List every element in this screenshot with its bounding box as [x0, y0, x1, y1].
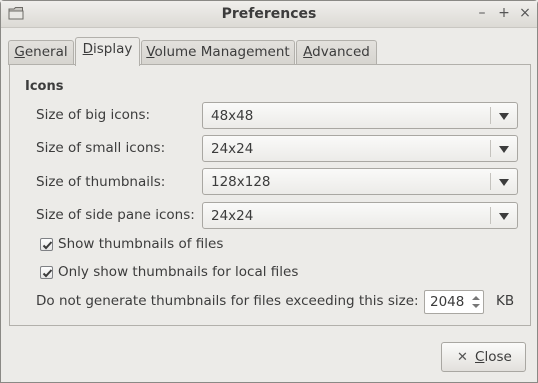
minimize-button[interactable]: – [473, 4, 491, 22]
tab-general[interactable]: General [8, 40, 74, 65]
big-icons-value: 48x48 [211, 108, 254, 124]
combo-separator [490, 207, 491, 224]
combo-separator [490, 173, 491, 190]
tab-general-label: eneral [24, 44, 68, 60]
tab-advanced-label: dvanced [312, 44, 370, 60]
side-pane-icons-combo[interactable]: 24x24 [202, 202, 518, 229]
tab-volume-management[interactable]: Volume Management [141, 40, 295, 65]
thumbnails-size-value: 128x128 [211, 174, 271, 190]
side-pane-icons-label: Size of side pane icons: [36, 207, 195, 223]
show-thumbnails-label: Show thumbnails of files [58, 236, 224, 252]
dropdown-arrow-icon [499, 213, 509, 220]
dropdown-arrow-icon [499, 113, 509, 120]
show-thumbnails-checkbox[interactable] [40, 238, 53, 251]
tab-volume-label: olume Management [154, 44, 290, 60]
small-icons-label: Size of small icons: [36, 140, 166, 156]
close-label-rest: lose [484, 349, 512, 365]
spin-buttons[interactable] [471, 293, 481, 311]
display-panel: Icons Size of big icons: 48x48 Size of s… [9, 64, 531, 326]
close-button-label: Close [475, 349, 512, 365]
thumbnails-size-label: Size of thumbnails: [36, 174, 166, 190]
titlebar[interactable]: Preferences – + × [1, 1, 537, 28]
close-window-button[interactable]: × [516, 4, 534, 22]
threshold-value: 2048 [430, 294, 465, 310]
tab-display[interactable]: Display [75, 37, 140, 66]
close-button[interactable]: ✕ Close [441, 342, 526, 372]
maximize-button[interactable]: + [495, 4, 513, 22]
tab-display-mnemonic: D [82, 41, 94, 57]
small-icons-combo[interactable]: 24x24 [202, 135, 518, 162]
tab-advanced[interactable]: Advanced [296, 40, 377, 65]
side-pane-icons-value: 24x24 [211, 208, 254, 224]
big-icons-combo[interactable]: 48x48 [202, 102, 518, 129]
threshold-label: Do not generate thumbnails for files exc… [36, 293, 419, 309]
combo-separator [490, 107, 491, 124]
big-icons-label: Size of big icons: [36, 107, 151, 123]
small-icons-value: 24x24 [211, 141, 254, 157]
spin-down-icon[interactable] [472, 304, 480, 308]
checkmark-icon [42, 269, 53, 278]
close-icon: ✕ [457, 350, 468, 365]
tab-advanced-mnemonic: A [303, 44, 313, 60]
window-title: Preferences [221, 6, 317, 22]
preferences-window: Preferences – + × General Display Volume… [0, 0, 538, 383]
thumbnails-size-combo[interactable]: 128x128 [202, 168, 518, 195]
threshold-spinbox[interactable]: 2048 [424, 290, 484, 314]
combo-separator [490, 140, 491, 157]
dropdown-arrow-icon [499, 179, 509, 186]
tab-display-label: isplay [93, 41, 133, 57]
dropdown-arrow-icon [499, 146, 509, 153]
local-thumbnails-label: Only show thumbnails for local files [58, 264, 299, 280]
section-title-icons: Icons [25, 79, 64, 94]
spin-up-icon[interactable] [472, 296, 480, 300]
checkmark-icon [42, 241, 53, 250]
threshold-unit: KB [496, 293, 515, 309]
local-thumbnails-checkbox[interactable] [40, 266, 53, 279]
tab-general-mnemonic: G [14, 44, 25, 60]
